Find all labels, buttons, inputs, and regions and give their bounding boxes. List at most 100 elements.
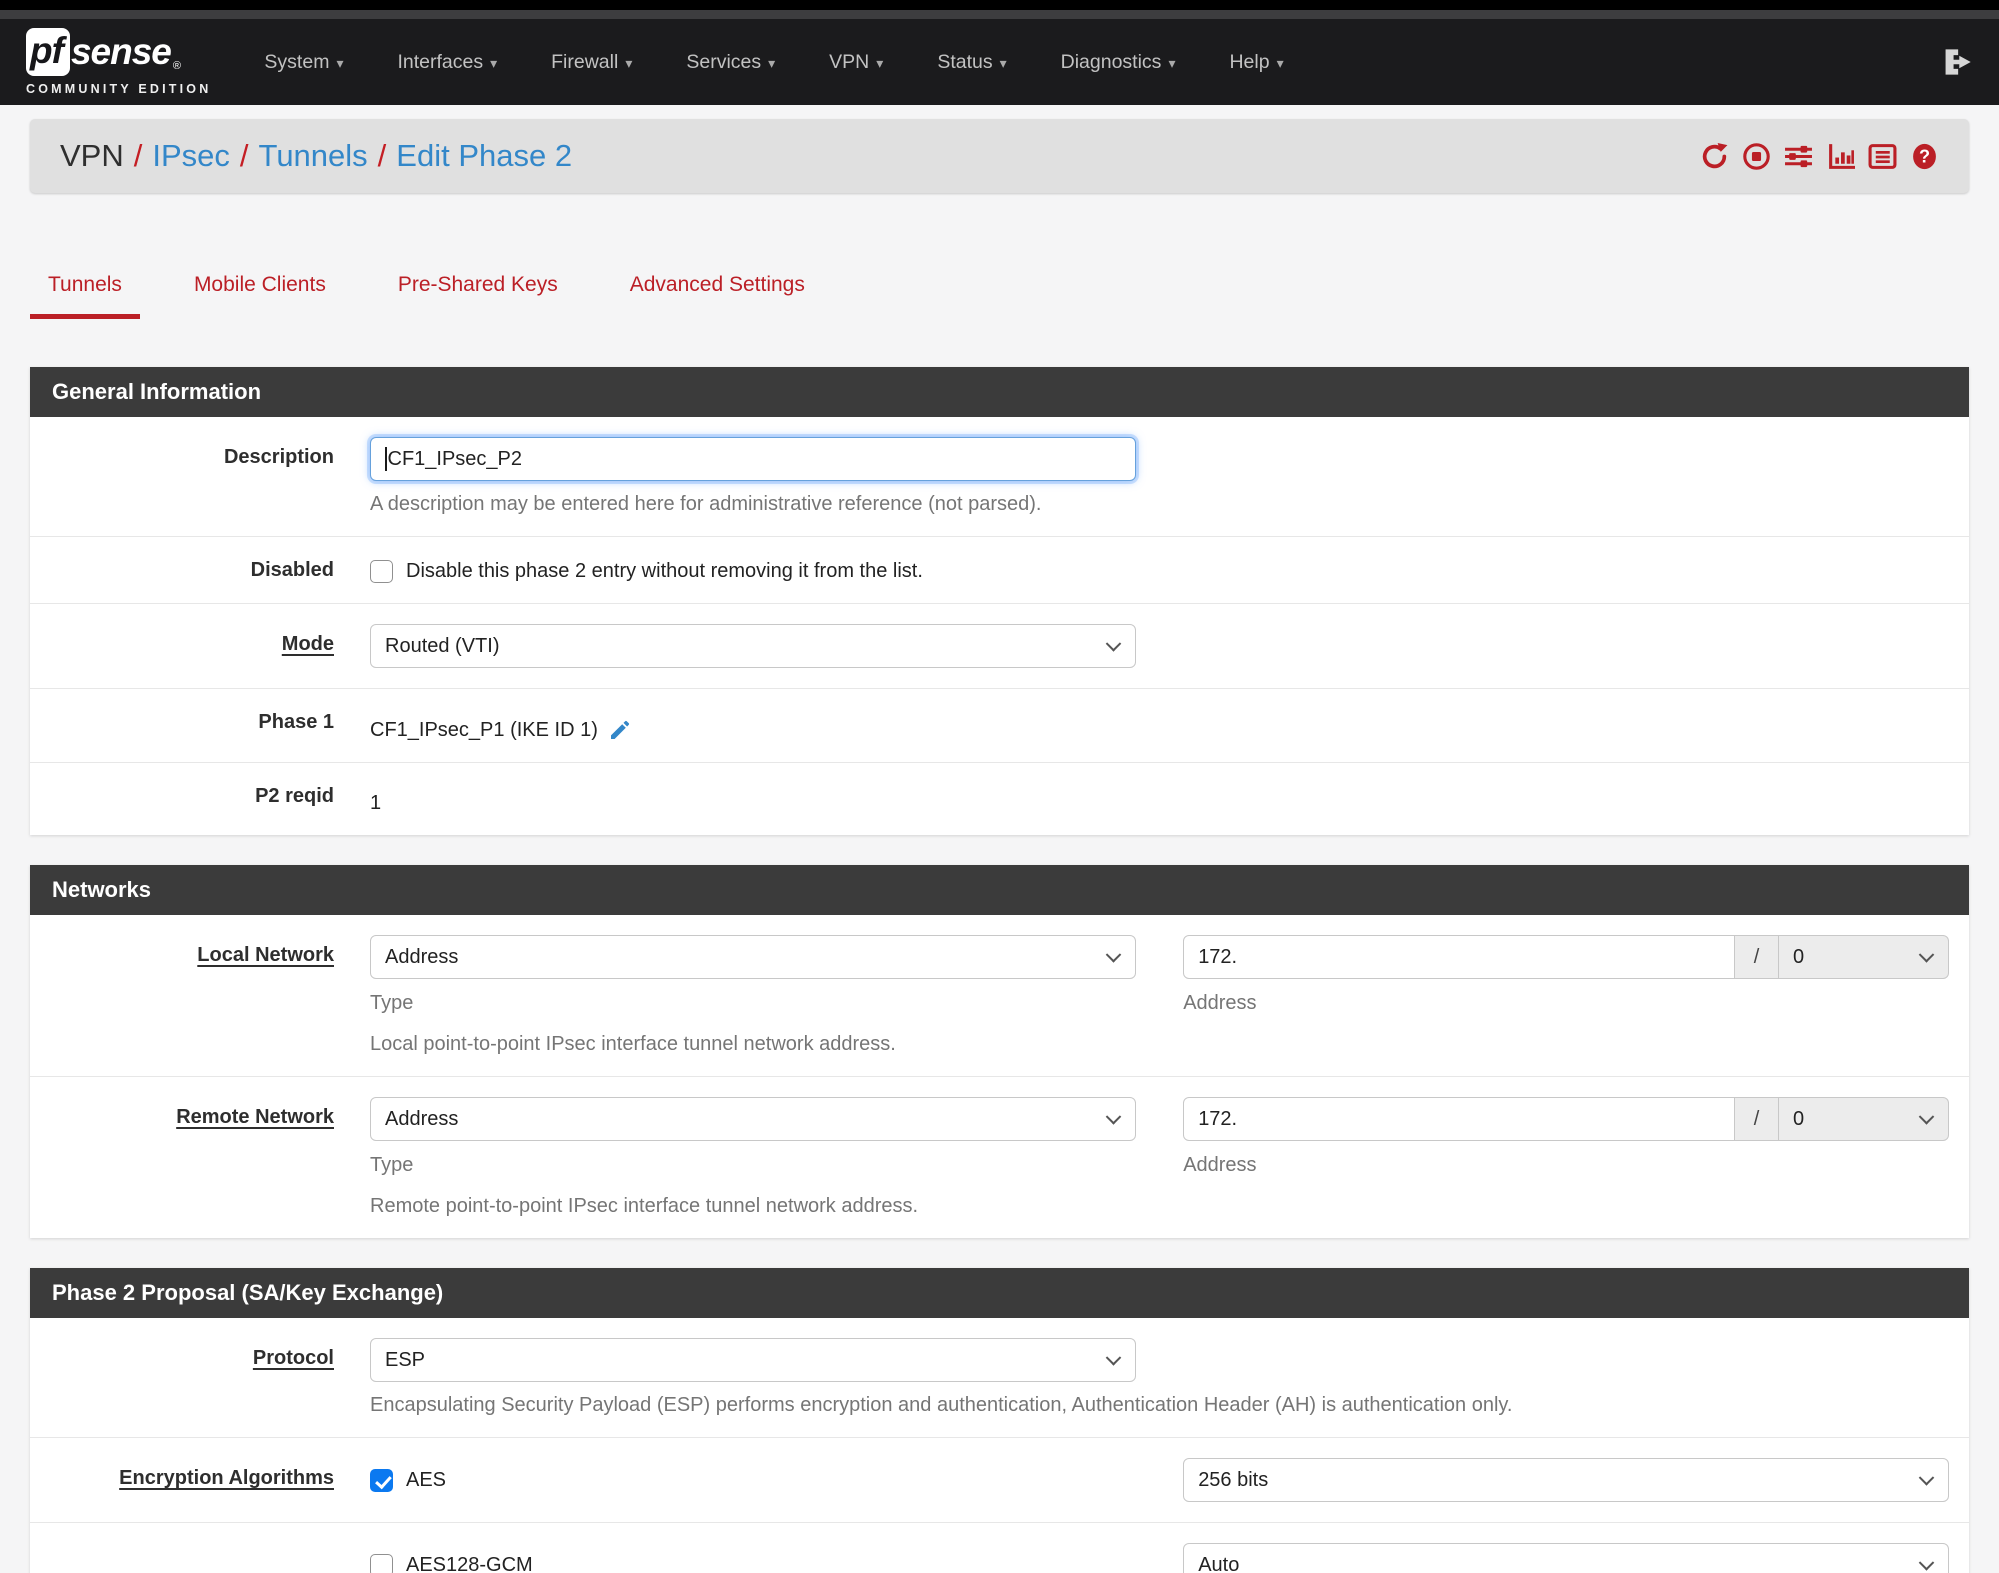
mode-label: Mode [281,633,334,655]
aes128gcm-checkbox-label: AES128-GCM [406,1553,533,1573]
form-row-p2reqid: P2 reqid 1 [30,763,1969,835]
disabled-checkbox[interactable] [370,560,393,583]
menu-help[interactable]: Help ▾ [1202,51,1310,74]
registered-mark: ® [172,60,181,72]
chevron-down-icon: ▾ [1168,54,1176,71]
text-cursor [385,447,387,471]
menu-firewall[interactable]: Firewall ▾ [524,51,659,74]
page-action-icons: ? [1700,142,1939,171]
description-input[interactable]: CF1_IPsec_P2 [370,437,1136,481]
protocol-help: Encapsulating Security Payload (ESP) per… [370,1394,1513,1416]
tab-tunnels[interactable]: Tunnels [30,273,140,319]
description-label: Description [223,446,334,468]
tab-bar: Tunnels Mobile Clients Pre-Shared Keys A… [30,273,1969,319]
local-network-help: Local point-to-point IPsec interface tun… [370,1033,896,1055]
breadcrumb-root: VPN [60,138,124,173]
stop-service-icon[interactable] [1742,142,1771,171]
local-network-type-caption: Type [370,992,414,1014]
remote-network-address-caption: Address [1183,1154,1257,1176]
chevron-down-icon: ▾ [768,54,776,71]
top-navbar: pf sense ® COMMUNITY EDITION System ▾ Inter… [0,19,1999,105]
breadcrumb-link-ipsec[interactable]: IPsec [152,138,230,173]
tab-mobile-clients[interactable]: Mobile Clients [176,273,344,319]
edit-phase1-icon[interactable] [608,718,632,742]
chevron-down-icon: ▾ [336,54,344,71]
remote-network-type-caption: Type [370,1154,414,1176]
form-row-disabled: Disabled Disable this phase 2 entry with… [30,537,1969,604]
panel-phase2-proposal: Phase 2 Proposal (SA/Key Exchange) Proto… [30,1268,1969,1573]
window-chrome-strip [0,10,1999,19]
help-icon[interactable]: ? [1910,142,1939,171]
phase1-label: Phase 1 [258,711,334,733]
breadcrumb-link-tunnels[interactable]: Tunnels [259,138,368,173]
page-title: Edit Phase 2 [396,138,573,173]
logo-pf-mark: pf [26,28,70,76]
chevron-down-icon: ▾ [490,54,498,71]
local-network-type-select[interactable]: Address [370,935,1136,979]
tab-pre-shared-keys[interactable]: Pre-Shared Keys [380,273,576,319]
remote-network-type-select[interactable]: Address [370,1097,1136,1141]
remote-network-prefix-select[interactable]: 0 [1779,1097,1949,1141]
chevron-down-icon: ▾ [999,54,1007,71]
menu-vpn[interactable]: VPN ▾ [802,51,910,74]
pfsense-logo[interactable]: pf sense ® COMMUNITY EDITION [26,28,211,96]
form-row-local-network: Local Network Address Type 172. / 0 Addr… [30,915,1969,1077]
menu-diagnostics[interactable]: Diagnostics ▾ [1034,51,1203,74]
chevron-down-icon: ▾ [625,54,633,71]
form-row-protocol: Protocol ESP Encapsulating Security Payl… [30,1318,1969,1438]
disabled-label: Disabled [250,559,334,581]
local-network-label: Local Network [197,944,334,966]
aes-checkbox-label: AES [406,1468,447,1491]
protocol-select[interactable]: ESP [370,1338,1136,1382]
log-icon[interactable] [1868,142,1897,171]
aes128gcm-checkbox[interactable] [370,1553,393,1573]
window-chrome [0,0,1999,10]
logout-icon[interactable] [1941,46,1973,78]
breadcrumb-bar: VPN / IPsec / Tunnels / Edit Phase 2 ? [30,119,1969,193]
menu-interfaces[interactable]: Interfaces ▾ [370,51,524,74]
form-row-phase1: Phase 1 CF1_IPsec_P1 (IKE ID 1) [30,689,1969,763]
menu-status[interactable]: Status ▾ [910,51,1033,74]
aes128gcm-keylen-select[interactable]: Auto [1183,1543,1949,1573]
form-row-encryption-aes: Encryption Algorithms AES 256 bits [30,1438,1969,1523]
main-menu: System ▾ Interfaces ▾ Firewall ▾ Services ▾ … [237,51,1310,74]
local-network-prefix-separator: / [1735,935,1779,979]
panel-title: Networks [30,865,1969,915]
remote-network-address-input[interactable]: 172. [1183,1097,1735,1141]
form-row-description: Description CF1_IPsec_P2 A description m… [30,417,1969,537]
menu-services[interactable]: Services ▾ [659,51,802,74]
form-row-remote-network: Remote Network Address Type 172. / 0 Add… [30,1077,1969,1238]
breadcrumb: VPN / IPsec / Tunnels / Edit Phase 2 [60,138,572,174]
panel-title: General Information [30,367,1969,417]
svg-text:?: ? [1919,146,1930,166]
chevron-down-icon: ▾ [1276,54,1284,71]
form-row-encryption-aes128gcm: AES128-GCM Auto [30,1523,1969,1573]
disabled-checkbox-label: Disable this phase 2 entry without remov… [406,560,923,582]
local-network-prefix-select[interactable]: 0 [1779,935,1949,979]
related-settings-icon[interactable] [1784,142,1813,171]
breadcrumb-separator: / [377,138,387,173]
form-row-mode: Mode Routed (VTI) [30,604,1969,689]
protocol-label: Protocol [252,1347,334,1369]
remote-network-help: Remote point-to-point IPsec interface tu… [370,1195,919,1217]
local-network-address-input[interactable]: 172. [1183,935,1735,979]
logo-subtitle: COMMUNITY EDITION [26,82,212,96]
status-chart-icon[interactable] [1826,142,1855,171]
menu-system[interactable]: System ▾ [237,51,370,74]
p2reqid-value: 1 [370,792,382,814]
encryption-algorithms-label: Encryption Algorithms [119,1467,334,1489]
aes-keylen-select[interactable]: 256 bits [1183,1458,1949,1502]
mode-select[interactable]: Routed (VTI) [370,624,1136,668]
local-network-address-caption: Address [1183,992,1257,1014]
breadcrumb-separator: / [133,138,143,173]
phase1-value: CF1_IPsec_P1 (IKE ID 1) [370,718,598,741]
p2reqid-label: P2 reqid [255,785,334,807]
aes-checkbox[interactable] [370,1468,393,1492]
panel-networks: Networks Local Network Address Type 172.… [30,865,1969,1238]
tab-advanced-settings[interactable]: Advanced Settings [612,273,823,319]
panel-general-information: General Information Description CF1_IPse… [30,367,1969,835]
breadcrumb-separator: / [239,138,249,173]
panel-title: Phase 2 Proposal (SA/Key Exchange) [30,1268,1969,1318]
refresh-icon[interactable] [1700,142,1729,171]
remote-network-prefix-separator: / [1735,1097,1779,1141]
